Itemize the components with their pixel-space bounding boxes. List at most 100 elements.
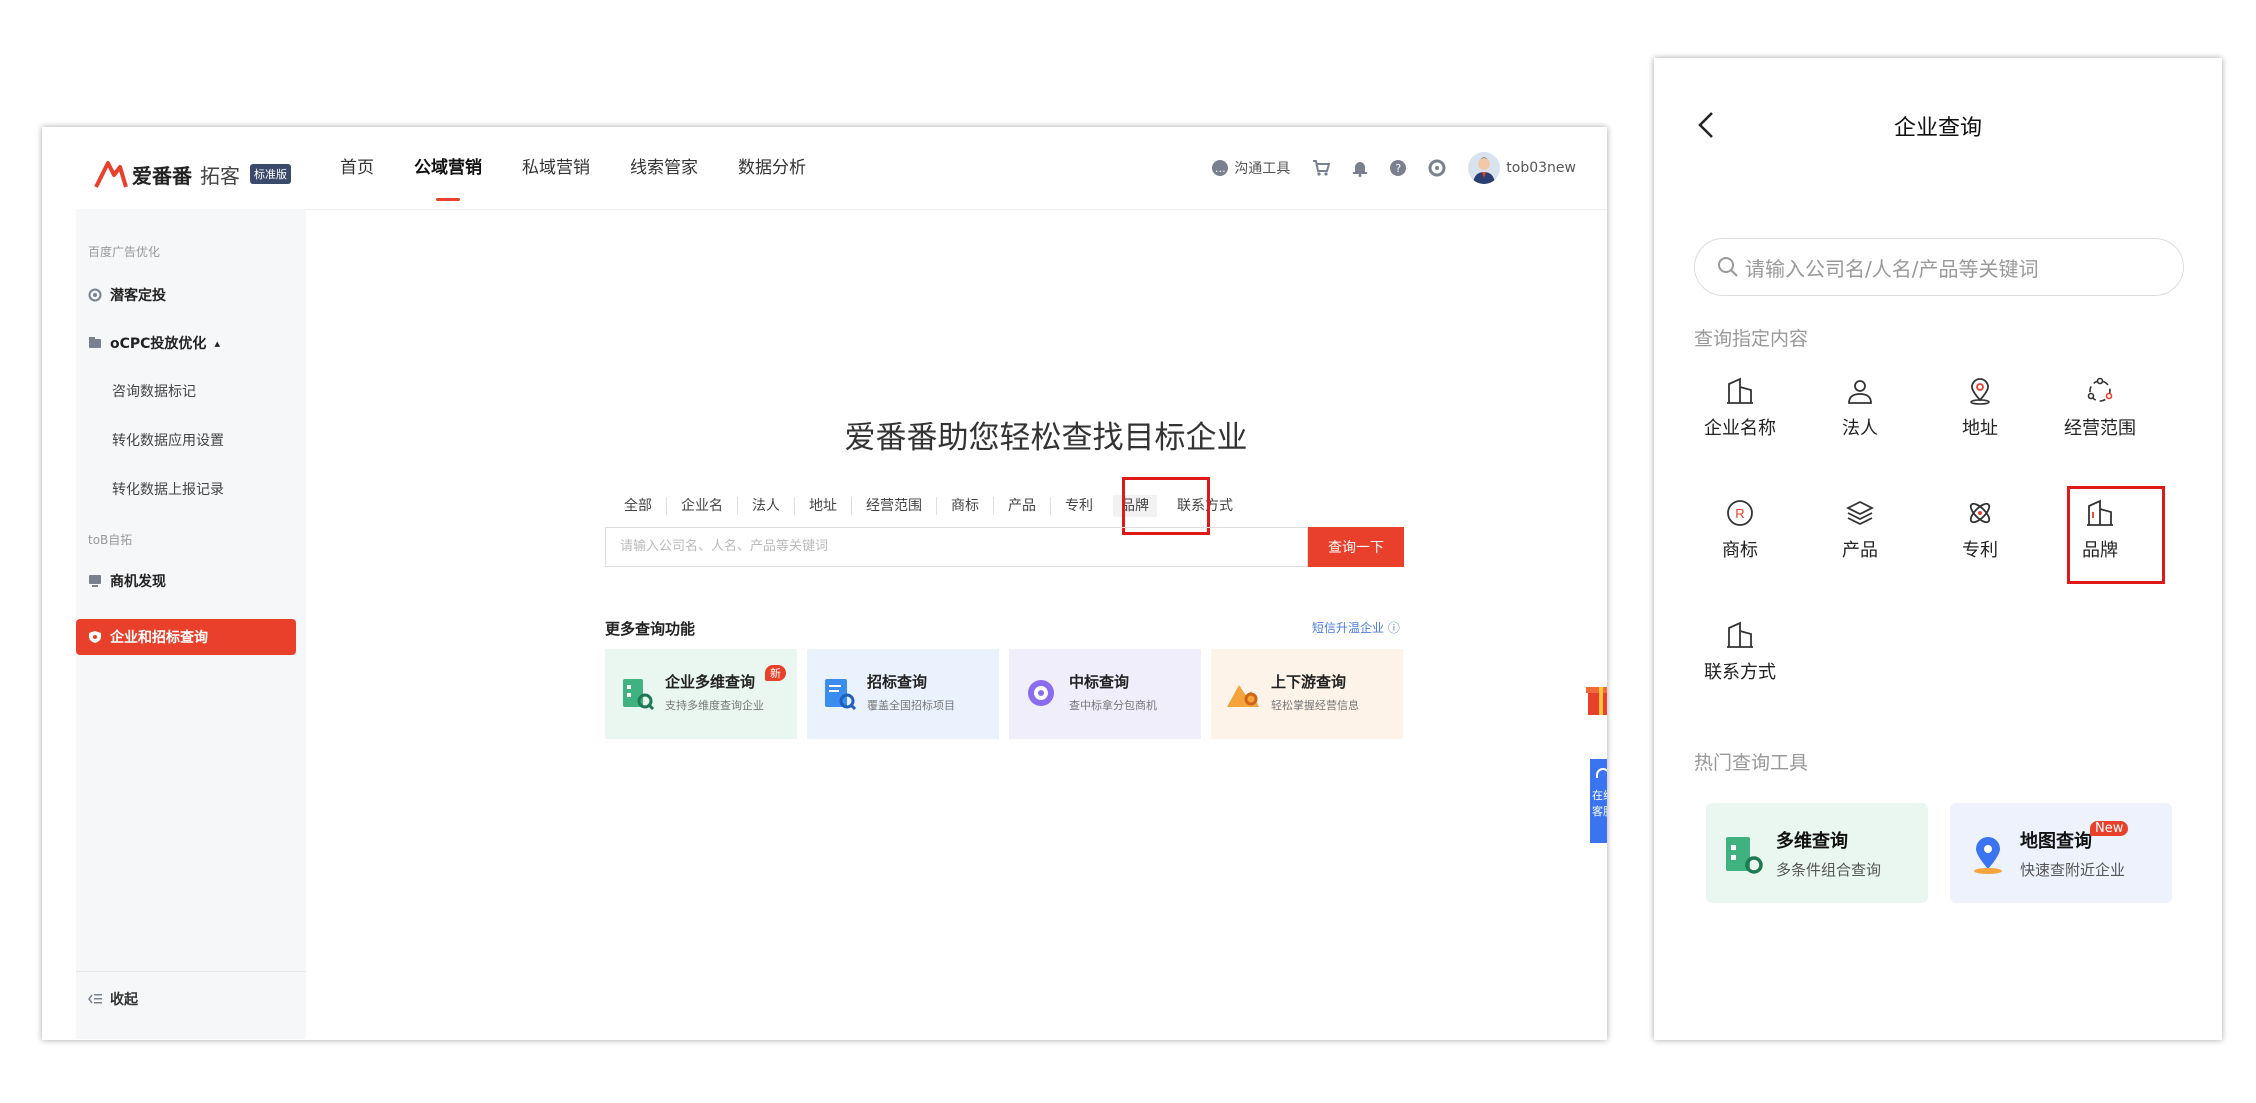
monitor-icon (89, 575, 101, 587)
mountain-search-icon (1227, 685, 1259, 707)
sidebar: 百度广告优化 潜客定投 oCPC投放优化 ▴ 咨询数据标记 转化数据应用设置 转… (76, 209, 306, 1039)
sidebar-sub-conversion-records[interactable]: 转化数据上报记录 (112, 479, 224, 499)
grid-item-label: 商标 (1722, 540, 1758, 561)
card-subtitle: 支持多维度查询企业 (665, 699, 764, 712)
app-logo[interactable]: 爱番番 拓客 标准版 (94, 158, 291, 190)
chat-tool-button[interactable]: … 沟通工具 (1212, 158, 1290, 178)
building-icon (1727, 377, 1753, 404)
online-service-button[interactable]: 在线客服 (1590, 759, 1607, 843)
search-input[interactable]: 请输入公司名、人名、产品等关键词 (605, 527, 1308, 567)
bell-icon[interactable] (1352, 159, 1368, 177)
building-search-icon (623, 679, 655, 711)
help-icon[interactable]: ? (1390, 160, 1407, 176)
grid-item-label: 经营范围 (2064, 418, 2136, 439)
grid-item-label: 地址 (1962, 418, 1998, 439)
search-button[interactable]: 查询一下 (1308, 527, 1404, 567)
cart-icon[interactable] (1312, 159, 1331, 177)
tab-patent[interactable]: 专利 (1051, 497, 1107, 515)
card-title: 招标查询 (867, 673, 928, 691)
mobile-screenshot: 企业查询 请输入公司名/人名/产品等关键词 查询指定内容 企业名称 法人 地址 … (1654, 58, 2222, 1040)
chat-bubble-icon: … (1212, 160, 1229, 176)
more-features-link[interactable]: 短信升温企业 ⓘ (1312, 619, 1400, 636)
mobile-search-input[interactable]: 请输入公司名/人名/产品等关键词 (1694, 238, 2184, 296)
grid-item-label: 联系方式 (1704, 662, 1776, 683)
card-supply-chain-query[interactable]: 上下游查询 轻松掌握经营信息 (1211, 649, 1403, 739)
sidebar-item-opportunity[interactable]: 商机发现 (88, 571, 166, 591)
desktop-screenshot: 爱番番 拓客 标准版 首页 公域营销 私域营销 线索管家 数据分析 … 沟通工具 (42, 127, 1607, 1040)
shield-icon (89, 631, 101, 643)
chevron-up-icon: ▴ (214, 336, 220, 350)
card-winning-bid-query[interactable]: 中标查询 查中标拿分包商机 (1009, 649, 1201, 739)
tool-subtitle: 多条件组合查询 (1776, 861, 1882, 879)
grid-item-product[interactable]: 产品 (1800, 498, 1920, 562)
scope-icon (2087, 377, 2113, 402)
tab-product[interactable]: 产品 (994, 497, 1051, 515)
online-service-label: 在线客服 (1592, 789, 1607, 818)
nav-home[interactable]: 首页 (340, 127, 374, 209)
card-title: 中标查询 (1069, 673, 1130, 691)
sidebar-item-ocpc[interactable]: oCPC投放优化 ▴ (88, 333, 220, 353)
sidebar-item-label: oCPC投放优化 (110, 336, 207, 352)
grid-item-label: 法人 (1842, 418, 1878, 439)
section-title-query-content: 查询指定内容 (1694, 328, 1809, 350)
tool-title: 多维查询 (1776, 831, 1848, 852)
grid-item-patent[interactable]: 专利 (1920, 498, 2040, 562)
grid-item-trademark[interactable]: R 商标 (1680, 498, 1800, 562)
patent-icon (1969, 502, 1991, 524)
card-subtitle: 查中标拿分包商机 (1069, 699, 1157, 712)
tab-trademark[interactable]: 商标 (937, 497, 994, 515)
section-title-hot-tools: 热门查询工具 (1694, 752, 1809, 774)
nav-lead-manager[interactable]: 线索管家 (630, 127, 698, 209)
trademark-icon: R (1727, 500, 1753, 526)
user-menu[interactable]: tob03new (1468, 152, 1576, 184)
tab-address[interactable]: 地址 (795, 497, 852, 515)
building-search-icon (1726, 837, 1763, 874)
layers-icon (1845, 500, 1875, 526)
headset-icon (1596, 768, 1607, 778)
sidebar-collapse-button[interactable]: 收起 (88, 989, 138, 1009)
target-search-icon (1028, 680, 1054, 706)
username: tob03new (1506, 160, 1576, 176)
grid-item-business-scope[interactable]: 经营范围 (2040, 376, 2160, 440)
tool-multi-dimension-query[interactable]: 多维查询 多条件组合查询 (1706, 803, 1928, 903)
card-multi-dimension-query[interactable]: 企业多维查询 支持多维度查询企业 新 (605, 649, 797, 739)
sidebar-item-label: 潜客定投 (110, 288, 166, 304)
gift-icon[interactable] (1584, 677, 1607, 717)
sidebar-sub-consult-mark[interactable]: 咨询数据标记 (112, 381, 196, 401)
tool-subtitle: 快速查附近企业 (2020, 861, 2126, 879)
card-bid-query[interactable]: 招标查询 覆盖全国招标项目 (807, 649, 999, 739)
sidebar-item-enterprise-bid-query[interactable]: 企业和招标查询 (76, 619, 296, 655)
card-title: 企业多维查询 (665, 673, 756, 691)
document-search-icon (825, 679, 857, 711)
grid-item-address[interactable]: 地址 (1920, 376, 2040, 440)
feature-cards: 企业多维查询 支持多维度查询企业 新 招标查询 覆盖全国招标项目 中标查询 查中… (605, 649, 1403, 739)
map-pin-icon (1974, 837, 2002, 874)
gear-icon[interactable] (1428, 159, 1446, 177)
grid-item-label: 企业名称 (1704, 418, 1776, 439)
nav-data-analysis[interactable]: 数据分析 (738, 127, 806, 209)
tab-legal-person[interactable]: 法人 (738, 497, 795, 515)
brand-item-highlight-box (2067, 486, 2165, 584)
main-nav: 首页 公域营销 私域营销 线索管家 数据分析 (340, 127, 806, 209)
card-subtitle: 轻松掌握经营信息 (1271, 699, 1359, 712)
grid-item-company-name[interactable]: 企业名称 (1680, 376, 1800, 440)
collapse-icon (88, 994, 102, 1004)
nav-public-marketing[interactable]: 公域营销 (414, 127, 482, 209)
logo-subtitle: 拓客 (200, 163, 240, 188)
grid-item-contact[interactable]: 联系方式 (1680, 620, 1800, 684)
tab-business-scope[interactable]: 经营范围 (852, 497, 937, 515)
page-title: 爱番番助您轻松查找目标企业 (844, 420, 1248, 456)
sidebar-sub-conversion-settings[interactable]: 转化数据应用设置 (112, 430, 224, 450)
desktop-app: 爱番番 拓客 标准版 首页 公域营销 私域营销 线索管家 数据分析 … 沟通工具 (76, 127, 1607, 1039)
nav-private-marketing[interactable]: 私域营销 (522, 127, 590, 209)
tab-company-name[interactable]: 企业名 (667, 497, 738, 515)
sidebar-item-lead-targeting[interactable]: 潜客定投 (88, 285, 166, 305)
tool-map-query[interactable]: 地图查询 快速查附近企业 New (1950, 803, 2172, 903)
grid-item-legal-person[interactable]: 法人 (1800, 376, 1920, 440)
user-avatar-icon (1473, 157, 1496, 184)
new-badge: New (2090, 821, 2129, 836)
tab-all[interactable]: 全部 (610, 497, 667, 515)
sidebar-group-tob: toB自拓 (88, 533, 133, 547)
top-navigation-bar: 爱番番 拓客 标准版 首页 公域营销 私域营销 线索管家 数据分析 … 沟通工具 (76, 127, 1607, 210)
logo-mark-icon (94, 161, 128, 188)
